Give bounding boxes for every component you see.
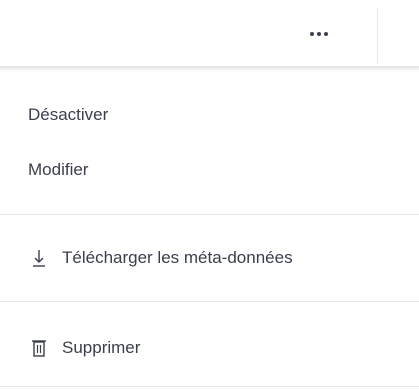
menu-shadow	[0, 66, 419, 72]
menu-item-label: Désactiver	[28, 105, 109, 124]
trash-icon	[30, 337, 48, 359]
menu-divider	[0, 386, 419, 387]
more-options-button[interactable]	[292, 14, 346, 54]
more-horizontal-icon	[310, 32, 328, 36]
menu-item-download-metadata[interactable]: Télécharger les méta-données	[0, 236, 419, 280]
menu-item-label: Modifier	[28, 160, 89, 179]
menu-item-label: Supprimer	[62, 338, 141, 357]
header-divider	[377, 8, 378, 64]
menu-item-delete[interactable]: Supprimer	[0, 326, 419, 370]
header-bar	[0, 0, 419, 68]
menu-item-label: Télécharger les méta-données	[62, 248, 293, 267]
menu-item-deactivate[interactable]: Désactiver	[0, 93, 419, 137]
download-icon	[30, 247, 48, 269]
menu-item-edit[interactable]: Modifier	[0, 148, 419, 192]
menu-divider	[0, 214, 419, 215]
menu-divider	[0, 301, 419, 302]
